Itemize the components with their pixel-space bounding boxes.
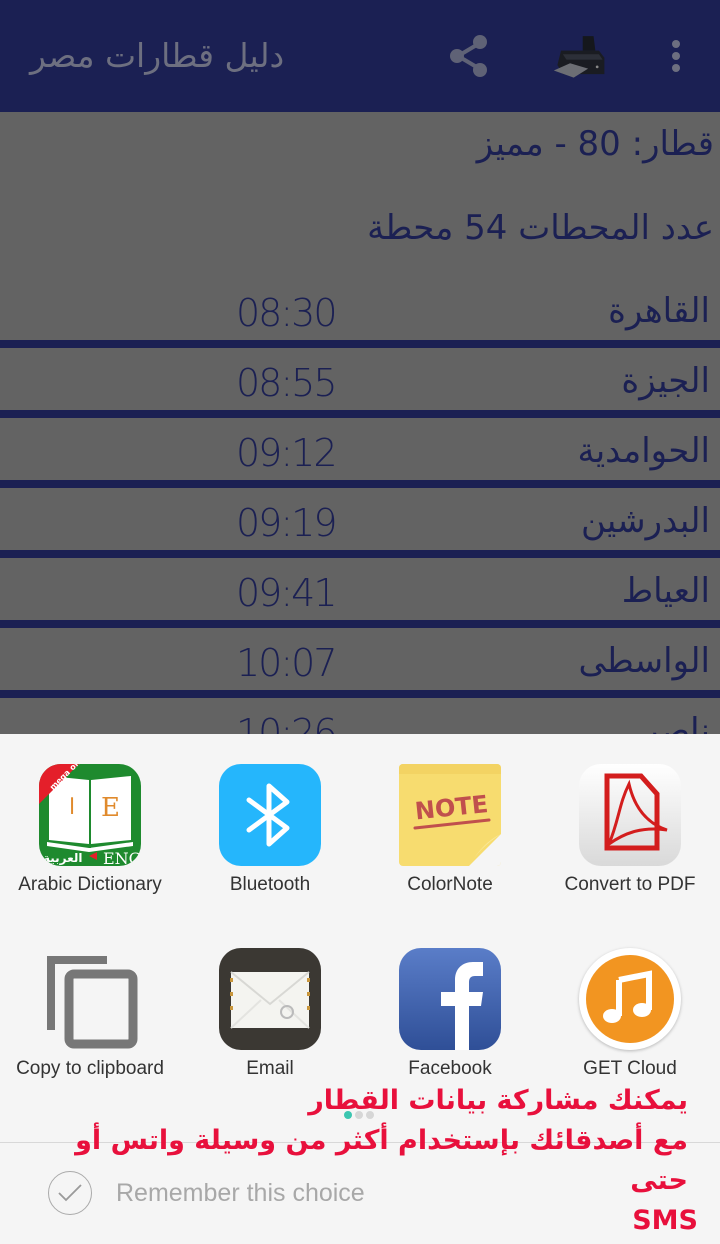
share-app-label: Convert to PDF bbox=[564, 874, 696, 895]
station-row[interactable]: ناصر 10:26 bbox=[0, 698, 720, 734]
station-name: الجيزة bbox=[621, 361, 710, 401]
copy-icon bbox=[39, 948, 141, 1050]
station-name: ناصر bbox=[642, 711, 710, 734]
station-list: القاهرة 08:30 الجيزة 08:55 الحوامدية 09:… bbox=[0, 278, 720, 734]
share-app-label: GET Cloud bbox=[583, 1058, 677, 1079]
station-time: 10:07 bbox=[236, 641, 338, 685]
share-app-label: ColorNote bbox=[407, 874, 493, 895]
share-app-arabic-dictionary[interactable]: mega offline ا E ENG العربية Arabic Dict… bbox=[0, 734, 180, 904]
promo-overlay-text: يمكنك مشاركة بيانات القطار مع أصدقائك بإ… bbox=[8, 1081, 698, 1241]
more-options-button[interactable] bbox=[648, 28, 704, 84]
station-name: البدرشين bbox=[581, 501, 710, 541]
printer-icon bbox=[553, 36, 605, 78]
share-app-copy-to-clipboard[interactable]: Copy to clipboard bbox=[0, 918, 180, 1088]
pdf-icon bbox=[579, 764, 681, 866]
email-icon bbox=[219, 948, 321, 1050]
station-name: القاهرة bbox=[608, 291, 710, 331]
remember-choice-toggle[interactable]: Remember this choice bbox=[48, 1171, 365, 1215]
app-bar: دليل قطارات مصر bbox=[0, 0, 720, 112]
share-app-label: Email bbox=[246, 1058, 294, 1079]
station-name: الواسطى bbox=[578, 641, 710, 681]
train-details: قطار: 80 - مميز عدد المحطات 54 محطة القا… bbox=[0, 112, 720, 734]
svg-text:ENG: ENG bbox=[103, 849, 141, 866]
share-app-label: Bluetooth bbox=[229, 874, 311, 895]
print-button[interactable] bbox=[552, 28, 608, 84]
svg-text:ا: ا bbox=[69, 795, 75, 820]
share-app-get-cloud[interactable]: GET Cloud bbox=[540, 918, 720, 1088]
share-app-facebook[interactable]: Facebook bbox=[360, 918, 540, 1088]
facebook-icon bbox=[399, 948, 501, 1050]
station-time: 10:26 bbox=[236, 711, 338, 734]
share-app-convert-to-pdf[interactable]: Convert to PDF bbox=[540, 734, 720, 904]
station-name: الحوامدية bbox=[577, 431, 710, 471]
train-title: قطار: 80 - مميز bbox=[476, 124, 714, 164]
share-app-label: Arabic Dictionary bbox=[18, 874, 162, 895]
svg-text:العربية: العربية bbox=[43, 851, 83, 865]
share-app-label: Copy to clipboard bbox=[16, 1058, 164, 1079]
share-sheet: mega offline ا E ENG العربية Arabic Dict… bbox=[0, 734, 720, 1244]
station-row[interactable]: البدرشين 09:19 bbox=[0, 488, 720, 558]
share-app-colornote[interactable]: NOTE ColorNote bbox=[360, 734, 540, 904]
colornote-icon: NOTE bbox=[399, 764, 501, 866]
share-app-email[interactable]: Email bbox=[180, 918, 360, 1088]
share-button[interactable] bbox=[441, 28, 497, 84]
remember-checkbox[interactable] bbox=[48, 1171, 92, 1215]
more-options-icon bbox=[672, 40, 680, 72]
share-app-bluetooth[interactable]: Bluetooth bbox=[180, 734, 360, 904]
station-time: 08:30 bbox=[236, 291, 338, 335]
station-row[interactable]: الجيزة 08:55 bbox=[0, 348, 720, 418]
share-icon bbox=[450, 35, 487, 77]
station-time: 09:41 bbox=[236, 571, 338, 615]
station-time: 08:55 bbox=[236, 361, 338, 405]
checkmark-icon bbox=[58, 1184, 82, 1202]
share-app-label: Facebook bbox=[408, 1058, 492, 1079]
arabic-dictionary-icon: mega offline ا E ENG العربية bbox=[39, 764, 141, 866]
station-row[interactable]: القاهرة 08:30 bbox=[0, 278, 720, 348]
remember-choice-label: Remember this choice bbox=[116, 1178, 365, 1207]
bluetooth-icon bbox=[219, 764, 321, 866]
station-name: العياط bbox=[621, 571, 710, 611]
station-row[interactable]: الواسطى 10:07 bbox=[0, 628, 720, 698]
station-time: 09:19 bbox=[236, 501, 338, 545]
station-row[interactable]: الحوامدية 09:12 bbox=[0, 418, 720, 488]
station-time: 09:12 bbox=[236, 431, 338, 475]
music-cloud-icon bbox=[579, 948, 681, 1050]
app-title: دليل قطارات مصر bbox=[30, 36, 285, 75]
station-count: عدد المحطات 54 محطة bbox=[367, 208, 714, 248]
svg-text:E: E bbox=[101, 793, 120, 823]
promo-line-1: يمكنك مشاركة بيانات القطار bbox=[308, 1085, 688, 1116]
station-row[interactable]: العياط 09:41 bbox=[0, 558, 720, 628]
